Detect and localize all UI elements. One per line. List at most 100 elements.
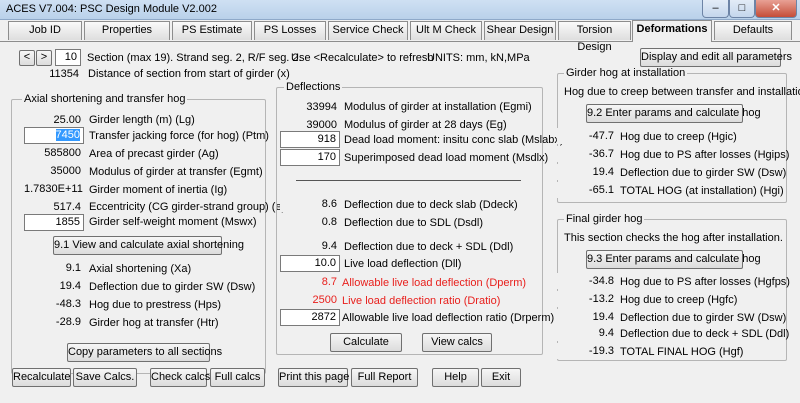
moment-inertia-label: Girder moment of inertia (Ig) xyxy=(89,184,228,196)
deflection-ddl-value: 9.4 xyxy=(280,238,340,254)
full-report-button[interactable]: Full Report xyxy=(351,368,418,387)
window-title: ACES V7.004: PSC Design Module V2.002 xyxy=(6,3,217,15)
axial-group-title: Axial shortening and transfer hog xyxy=(22,93,188,105)
moment-inertia-value: 1.7830E+11 xyxy=(24,181,84,197)
total-hog-install-value: -65.1 xyxy=(557,182,617,198)
check-calcs-button[interactable]: Check calcs xyxy=(150,368,210,387)
hog-install-group-title: Girder hog at installation xyxy=(564,67,688,79)
final-hog-ps-label: Hog due to PS after losses (Hgfps) xyxy=(620,276,790,288)
divider xyxy=(296,180,521,181)
deflection-sw-label: Deflection due to girder SW (Dsw) xyxy=(89,281,256,293)
tab-ps-losses[interactable]: PS Losses xyxy=(254,21,326,40)
jacking-force-value: 7450 xyxy=(55,129,80,141)
section-info: Section (max 19). Strand seg. 2, R/F seg… xyxy=(87,52,302,64)
calculate-button[interactable]: Calculate xyxy=(330,333,402,352)
deflections-group-title: Deflections xyxy=(284,81,343,93)
final-hog-description: This section checks the hog after instal… xyxy=(564,232,783,244)
hog-prestress-label: Hog due to prestress (Hps) xyxy=(89,299,222,311)
deflection-sdl-label: Deflection due to SDL (Dsdl) xyxy=(344,217,483,229)
view-calcs-button[interactable]: View calcs xyxy=(422,333,492,352)
allowable-deflection-value: 8.7 xyxy=(280,274,340,290)
calculate-hog-install-button[interactable]: 9.2 Enter params and calculate hog xyxy=(586,104,761,123)
display-all-parameters-button[interactable]: Display and edit all parameters xyxy=(640,48,792,67)
jacking-force-input[interactable]: 7450 xyxy=(24,127,84,144)
exit-button[interactable]: Exit xyxy=(481,368,521,387)
tab-ps-estimate[interactable]: PS Estimate xyxy=(172,21,252,40)
tab-properties[interactable]: Properties xyxy=(84,21,170,40)
modulus-install-label: Modulus of girder at installation (Egmi) xyxy=(344,101,532,113)
calculate-final-hog-button[interactable]: 9.3 Enter params and calculate hog xyxy=(586,250,761,269)
tab-job-id[interactable]: Job ID xyxy=(8,21,82,40)
close-button[interactable]: ✕ xyxy=(755,0,797,18)
hog-transfer-label: Girder hog at transfer (Htr) xyxy=(89,317,219,329)
modulus-install-value: 33994 xyxy=(280,99,340,115)
self-weight-moment-input[interactable]: 1855 xyxy=(24,214,84,231)
sdl-moment-label: Superimposed dead load moment (Msdlx) xyxy=(344,152,549,164)
allowable-ratio-label: Allowable live load deflection ratio (Dr… xyxy=(342,312,555,324)
maximize-button[interactable]: □ xyxy=(729,0,755,18)
hog-ps-label: Hog due to PS after losses (Hgips) xyxy=(620,149,790,161)
print-page-button[interactable]: Print this page xyxy=(278,368,349,387)
tab-defaults[interactable]: Defaults xyxy=(714,21,792,40)
total-final-hog-value: -19.3 xyxy=(557,343,617,359)
title-bar: ACES V7.004: PSC Design Module V2.002 xyxy=(0,0,800,20)
dead-load-moment-input[interactable]: 918 xyxy=(280,131,340,148)
hog-install-sw-value: 19.4 xyxy=(557,164,617,180)
hog-install-sw-label: Deflection due to girder SW (Dsw) xyxy=(620,167,787,179)
tab-torsion-design[interactable]: Torsion Design xyxy=(558,21,631,53)
total-hog-install-label: TOTAL HOG (at installation) (Hgi) xyxy=(620,185,784,197)
final-hog-creep-value: -13.2 xyxy=(557,291,617,307)
tab-ult-m-check[interactable]: Ult M Check xyxy=(410,21,482,40)
distance-value: 11354 xyxy=(22,66,82,82)
final-hog-group-title: Final girder hog xyxy=(564,213,645,225)
live-load-deflection-input[interactable]: 10.0 xyxy=(280,255,340,272)
total-final-hog-label: TOTAL FINAL HOG (Hgf) xyxy=(620,346,744,358)
copy-parameters-button[interactable]: Copy parameters to all sections xyxy=(67,343,222,362)
units-label: UNITS: mm, kN,MPa xyxy=(427,52,530,64)
tab-shear-design[interactable]: Shear Design xyxy=(484,21,556,40)
live-load-deflection-label: Live load deflection (Dll) xyxy=(344,258,462,270)
final-hog-creep-label: Hog due to creep (Hgfc) xyxy=(620,294,738,306)
final-hog-ddl-label: Deflection due to deck + SDL (Ddl) xyxy=(620,328,790,340)
jacking-force-label: Transfer jacking force (for hog) (Ptm) xyxy=(89,130,269,142)
girder-area-value: 585800 xyxy=(24,145,84,161)
deflection-ddl-label: Deflection due to deck + SDL (Ddl) xyxy=(344,241,514,253)
deflection-sw-value: 19.4 xyxy=(24,278,84,294)
eccentricity-value: 517.4 xyxy=(24,199,84,215)
sdl-moment-input[interactable]: 170 xyxy=(280,149,340,166)
deflection-deck-value: 8.6 xyxy=(280,196,340,212)
help-button[interactable]: Help xyxy=(432,368,479,387)
hog-transfer-value: -28.9 xyxy=(24,314,84,330)
tab-deformations[interactable]: Deformations xyxy=(632,20,712,42)
tab-strip: Job ID Properties PS Estimate PS Losses … xyxy=(0,20,800,53)
hog-ps-value: -36.7 xyxy=(557,146,617,162)
girder-length-label: Girder length (m) (Lg) xyxy=(89,114,195,126)
hog-install-description: Hog due to creep between transfer and in… xyxy=(564,86,800,98)
modulus-28day-label: Modulus of girder at 28 days (Eg) xyxy=(344,119,507,131)
eccentricity-label: Eccentricity (CG girder-strand group) (e… xyxy=(89,201,286,213)
axial-shortening-value: 9.1 xyxy=(24,260,84,276)
girder-area-label: Area of precast girder (Ag) xyxy=(89,148,219,160)
dead-load-moment-label: Dead load moment: insitu conc slab (Msla… xyxy=(344,134,564,146)
allowable-ratio-input[interactable]: 2872 xyxy=(280,309,340,326)
minimize-button[interactable]: – xyxy=(702,0,729,18)
calculate-axial-shortening-button[interactable]: 9.1 View and calculate axial shortening xyxy=(53,236,244,255)
section-number-input[interactable]: 10 xyxy=(55,49,81,66)
axial-shortening-label: Axial shortening (Xa) xyxy=(89,263,192,275)
modulus-transfer-value: 35000 xyxy=(24,163,84,179)
save-calcs-button[interactable]: Save Calcs. xyxy=(73,368,137,387)
final-hog-ps-value: -34.8 xyxy=(557,273,617,289)
recalculate-button[interactable]: Recalculate xyxy=(12,368,71,387)
final-hog-ddl-value: 9.4 xyxy=(557,325,617,341)
prev-section-button[interactable]: < xyxy=(19,50,35,66)
full-calcs-button[interactable]: Full calcs xyxy=(210,368,265,387)
refresh-hint: Use <Recalculate> to refresh xyxy=(291,52,434,64)
hog-creep-label: Hog due to creep (Hgic) xyxy=(620,131,737,143)
distance-label: Distance of section from start of girder… xyxy=(88,68,290,80)
hog-creep-value: -47.7 xyxy=(557,128,617,144)
self-weight-moment-label: Girder self-weight moment (Mswx) xyxy=(89,216,257,228)
girder-length-value: 25.00 xyxy=(24,112,84,128)
allowable-deflection-label: Allowable live load deflection (Dperm) xyxy=(342,277,527,289)
tab-service-check[interactable]: Service Check xyxy=(328,21,408,40)
next-section-button[interactable]: > xyxy=(36,50,52,66)
